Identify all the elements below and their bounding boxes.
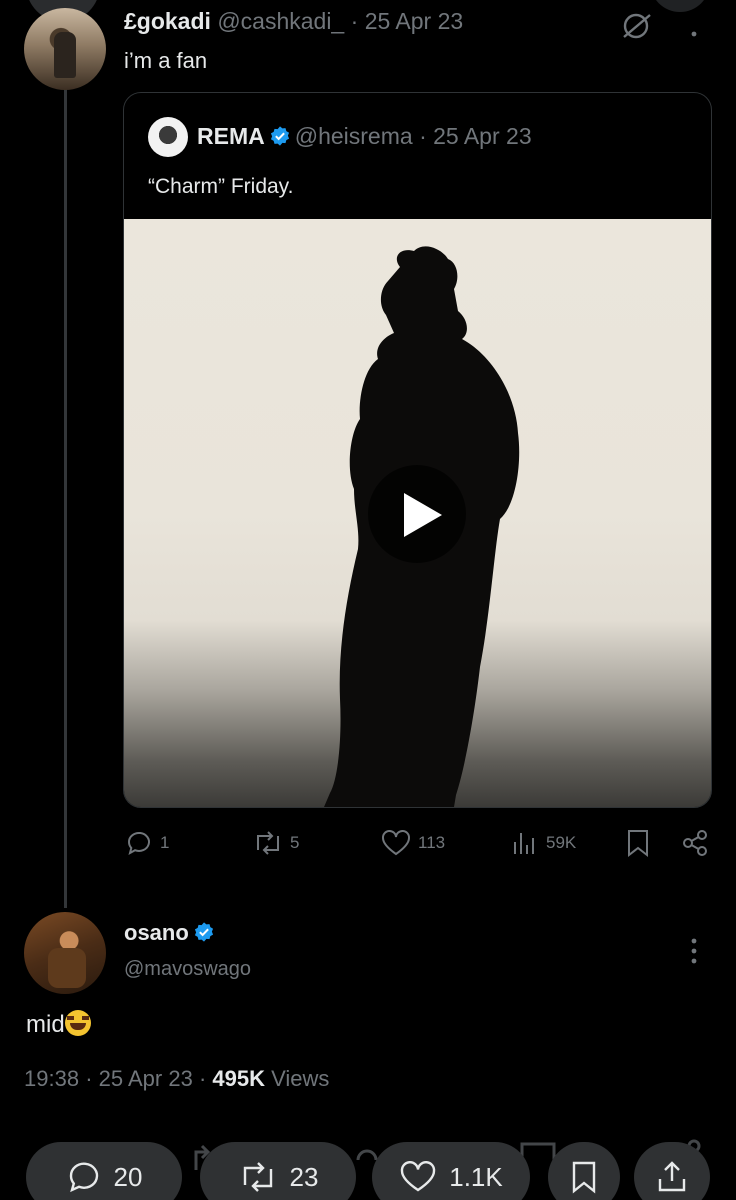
avatar[interactable] <box>24 912 106 994</box>
display-name[interactable]: £gokadi <box>124 8 211 34</box>
more-options-icon[interactable] <box>684 936 704 966</box>
views-count: 495K <box>212 1066 265 1091</box>
quoted-tweet-header: REMA @heisrema · 25 Apr 23 <box>197 123 532 150</box>
tweet-header: £gokadi @cashkadi_ · 25 Apr 23 <box>124 8 463 35</box>
handle[interactable]: @heisrema <box>295 123 413 149</box>
quoted-tweet-text: “Charm” Friday. <box>148 175 294 198</box>
verified-badge-icon <box>194 922 213 942</box>
bookmark-icon <box>572 1161 596 1194</box>
repost-count: 23 <box>289 1161 319 1192</box>
separator: · <box>198 1066 207 1091</box>
like-count: 1.1K <box>449 1161 503 1192</box>
tweet-meta: 19:38 · 25 Apr 23 · 495K Views <box>24 1066 329 1092</box>
tweet-text: i’m a fan <box>124 48 208 73</box>
views-button[interactable]: 59K <box>510 828 576 858</box>
quoted-tweet-card[interactable]: REMA @heisrema · 25 Apr 23 “Charm” Frida… <box>123 92 712 808</box>
separator: · <box>85 1066 93 1091</box>
avatar[interactable] <box>148 117 188 157</box>
display-name[interactable]: osano <box>124 920 189 945</box>
views-label: Views <box>271 1066 330 1091</box>
laughing-crying-emoji-icon <box>64 1010 91 1036</box>
display-name[interactable]: REMA <box>197 123 265 149</box>
tweet-time: 19:38 <box>24 1066 80 1091</box>
repost-icon <box>243 1162 272 1192</box>
play-icon <box>404 493 442 537</box>
like-count: 113 <box>418 833 446 852</box>
like-pill-button[interactable]: 1.1K <box>372 1142 530 1200</box>
bookmark-icon <box>628 830 648 858</box>
avatar[interactable] <box>24 8 106 90</box>
reply-author-row: osano <box>124 920 219 946</box>
tweet-date: 25 Apr 23 <box>98 1066 193 1091</box>
reply-count: 20 <box>113 1161 143 1192</box>
bookmark-button[interactable] <box>624 828 652 858</box>
views-icon <box>514 833 534 854</box>
share-pill-button[interactable] <box>634 1142 710 1200</box>
repost-button[interactable]: 5 <box>252 828 299 858</box>
repost-icon <box>257 831 279 855</box>
video-thumbnail[interactable] <box>124 219 711 807</box>
share-icon <box>683 830 707 856</box>
reply-button[interactable]: 1 <box>124 828 169 858</box>
grok-icon[interactable] <box>620 12 654 40</box>
views-count: 59K <box>546 833 577 852</box>
reply-count: 1 <box>160 833 170 852</box>
more-options-icon[interactable] <box>684 10 704 40</box>
reply-icon <box>127 831 150 856</box>
repost-count: 5 <box>290 833 300 852</box>
separator: · <box>350 8 359 34</box>
heart-icon <box>382 830 410 856</box>
handle[interactable]: @cashkadi_ <box>217 8 344 34</box>
tweet-date[interactable]: 25 Apr 23 <box>365 8 463 34</box>
share-button[interactable] <box>680 828 710 858</box>
reply-pill-button[interactable]: 20 <box>26 1142 182 1200</box>
tweet-date[interactable]: 25 Apr 23 <box>433 123 531 149</box>
thread-connector-line <box>64 88 67 908</box>
separator: · <box>419 123 427 149</box>
like-button[interactable]: 113 <box>380 828 445 858</box>
verified-badge-icon <box>270 126 289 146</box>
reply-icon <box>69 1162 98 1193</box>
reply-text-body: mid <box>26 1011 65 1038</box>
heart-icon <box>401 1161 436 1192</box>
handle[interactable]: @mavoswago <box>124 958 251 981</box>
upload-share-icon <box>658 1161 686 1192</box>
play-button[interactable] <box>368 465 466 563</box>
reply-tweet-text: mid <box>26 1010 91 1039</box>
tweet-action-bar: 1 5 113 59K <box>124 828 714 864</box>
repost-pill-button[interactable]: 23 <box>200 1142 356 1200</box>
